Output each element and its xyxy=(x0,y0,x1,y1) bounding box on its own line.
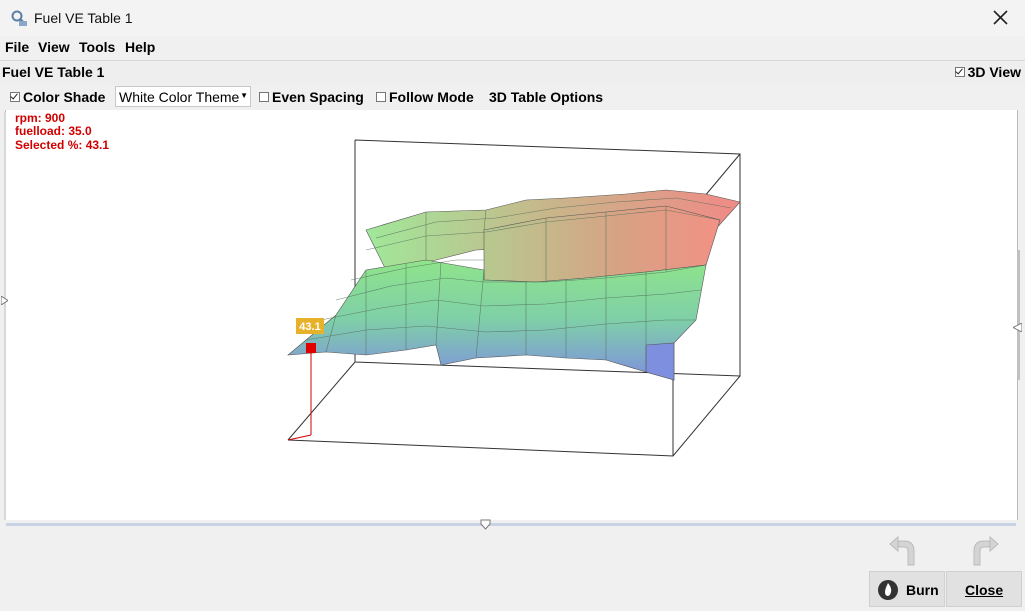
slider-thumb-left[interactable] xyxy=(1,296,8,305)
menu-view[interactable]: View xyxy=(38,39,70,55)
vertical-rotation-slider-left[interactable] xyxy=(4,112,6,520)
slider-thumb-right[interactable] xyxy=(1013,323,1022,332)
3d-surface-view[interactable]: 43.1 xyxy=(6,110,1017,520)
horizontal-rotation-slider[interactable] xyxy=(6,523,1016,526)
menu-help[interactable]: Help xyxy=(125,39,155,55)
redo-icon[interactable] xyxy=(962,533,1002,569)
color-theme-select[interactable]: White Color Theme ▼ xyxy=(115,86,251,107)
even-spacing-label: Even Spacing xyxy=(272,89,364,105)
undo-icon[interactable] xyxy=(886,533,926,569)
menu-bar: File View Tools Help xyxy=(0,36,1025,59)
view-3d-toggle[interactable]: 3D View xyxy=(954,64,1021,80)
dropdown-arrow-icon: ▼ xyxy=(240,91,248,100)
close-label: Close xyxy=(965,582,1004,598)
view-3d-label: 3D View xyxy=(967,64,1021,80)
menu-tools[interactable]: Tools xyxy=(79,39,115,55)
app-icon xyxy=(11,10,27,26)
options-bar: Color Shade White Color Theme ▼ Even Spa… xyxy=(0,85,1025,109)
table-options-button[interactable]: 3D Table Options xyxy=(489,89,603,105)
3d-table-canvas[interactable]: rpm: 900 fuelload: 35.0 Selected %: 43.1 xyxy=(5,110,1018,520)
window-titlebar: Fuel VE Table 1 xyxy=(0,0,1025,37)
flame-icon xyxy=(878,580,898,600)
color-shade-toggle[interactable]: Color Shade xyxy=(10,89,105,105)
close-window-icon[interactable] xyxy=(989,6,1013,30)
window-title: Fuel VE Table 1 xyxy=(34,10,133,26)
even-spacing-toggle[interactable]: Even Spacing xyxy=(259,89,364,105)
color-shade-label: Color Shade xyxy=(23,89,106,105)
burn-button[interactable]: Burn xyxy=(869,571,945,607)
table-header: Fuel VE Table 1 3D View xyxy=(0,60,1025,86)
follow-mode-toggle[interactable]: Follow Mode xyxy=(376,89,474,105)
vertical-rotation-slider-right[interactable] xyxy=(1017,250,1020,380)
color-shade-checkbox[interactable] xyxy=(10,92,20,103)
follow-mode-label: Follow Mode xyxy=(389,89,474,105)
burn-label: Burn xyxy=(906,582,939,598)
surface-right-face xyxy=(645,342,675,381)
selected-value-label: 43.1 xyxy=(299,321,320,333)
even-spacing-checkbox[interactable] xyxy=(259,92,269,103)
menu-file[interactable]: File xyxy=(5,39,29,55)
table-name: Fuel VE Table 1 xyxy=(2,64,105,80)
follow-mode-checkbox[interactable] xyxy=(376,92,386,103)
color-theme-value: White Color Theme xyxy=(119,89,240,105)
view-3d-checkbox[interactable] xyxy=(954,67,965,78)
close-button[interactable]: Close xyxy=(946,571,1022,607)
slider-thumb-bottom[interactable] xyxy=(480,519,491,530)
